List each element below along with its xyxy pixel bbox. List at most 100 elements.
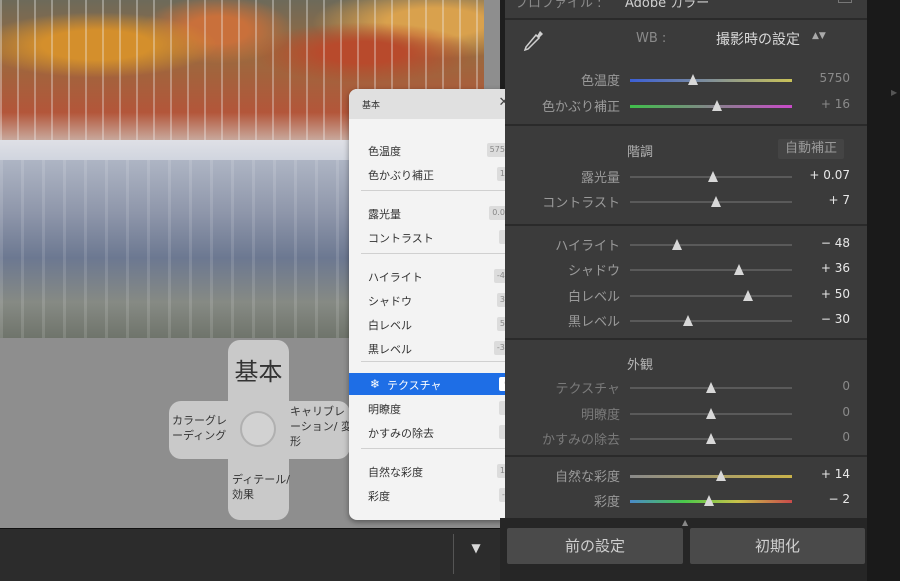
slider-label-temp: 色温度 — [580, 74, 620, 89]
popup-separator — [361, 361, 507, 362]
popup-item-label: かすみの除去 — [368, 427, 434, 440]
slider-track-temp[interactable] — [630, 79, 792, 82]
popup-item-dehaze[interactable]: かすみの除去0 — [349, 421, 519, 443]
popup-item-label: 彩度 — [368, 490, 390, 503]
popup-item-label: 白レベル — [368, 319, 412, 332]
popup-item-saturation[interactable]: 彩度-2 — [349, 484, 519, 506]
popup-item-texture[interactable]: ❄テクスチャ0 — [349, 373, 519, 395]
profile-dropdown[interactable]: Adobe カラー — [625, 0, 709, 11]
popup-item-highlights[interactable]: ハイライト -48 — [349, 265, 519, 287]
chevron-down-icon[interactable]: ▼ — [466, 538, 486, 558]
slider-label-saturation: 彩度 — [593, 495, 620, 510]
slider-value-clarity[interactable]: 0 — [795, 405, 850, 419]
slider-thumb-whites[interactable] — [743, 290, 754, 301]
popup-title: 基本 — [362, 101, 381, 111]
popup-item-whites[interactable]: 白レベル50 — [349, 313, 519, 335]
popup-item-label: 黒レベル — [368, 343, 412, 356]
slider-thumb-saturation[interactable] — [704, 495, 715, 506]
radial-menu-calibration-transform[interactable]: キャリブレーション/ 変形 — [290, 405, 352, 450]
slider-value-contrast[interactable]: + 7 — [795, 193, 850, 207]
slider-thumb-exposure[interactable] — [707, 171, 718, 182]
slider-track-whites[interactable] — [630, 295, 792, 297]
radial-menu-detail-effects[interactable]: ディテール/ 効果 — [232, 473, 290, 503]
slider-thumb-temp[interactable] — [688, 74, 699, 85]
slider-track-shadows[interactable] — [630, 269, 792, 271]
previous-settings-button[interactable]: 前の設定 — [507, 528, 683, 564]
slider-track-vibrance[interactable] — [630, 475, 792, 478]
popup-item-label: 自然な彩度 — [368, 466, 423, 479]
slider-thumb-vibrance[interactable] — [715, 470, 726, 481]
slider-track-tint[interactable] — [630, 105, 792, 108]
slider-track-blacks[interactable] — [630, 320, 792, 322]
slider-label-whites: 白レベル — [567, 290, 620, 305]
slider-thumb-tint[interactable] — [712, 100, 723, 111]
popup-item-vibrance[interactable]: 自然な彩度14 — [349, 460, 519, 482]
slider-thumb-blacks[interactable] — [683, 315, 694, 326]
slider-label-texture: テクスチャ — [555, 382, 620, 397]
slider-value-texture[interactable]: 0 — [795, 379, 850, 393]
popup-header: 基本 ✕ — [349, 89, 519, 119]
panel-separator — [505, 338, 867, 340]
slider-value-tint[interactable]: + 16 — [795, 97, 850, 111]
slider-label-highlights: ハイライト — [555, 239, 620, 254]
slider-label-blacks: 黒レベル — [567, 315, 620, 330]
slider-thumb-texture[interactable] — [706, 382, 716, 393]
scroll-indicator-icon: ▲ — [682, 518, 689, 527]
popup-item-contrast[interactable]: コントラスト7 — [349, 226, 519, 248]
profile-label: プロファイル : — [515, 0, 602, 11]
popup-separator — [361, 448, 507, 449]
slider-value-dehaze[interactable]: 0 — [795, 430, 850, 444]
popup-item-exposure[interactable]: 露光量 0.07 — [349, 202, 519, 224]
eyedropper-icon[interactable] — [520, 28, 546, 54]
slider-value-exposure[interactable]: + 0.07 — [795, 168, 850, 182]
radial-menu-center-knob[interactable] — [240, 411, 276, 447]
panel-separator — [505, 124, 867, 126]
slider-value-highlights[interactable]: − 48 — [795, 236, 850, 250]
updown-arrows-icon[interactable]: ▲▼ — [812, 31, 826, 41]
slider-thumb-contrast[interactable] — [710, 196, 721, 207]
popup-separator — [361, 190, 507, 191]
slider-label-tint: 色かぶり補正 — [541, 100, 620, 115]
popup-item-label: テクスチャ — [387, 379, 442, 392]
slider-thumb-shadows[interactable] — [733, 264, 744, 275]
panel-separator — [505, 18, 867, 20]
slider-thumb-highlights[interactable] — [671, 239, 682, 250]
slider-label-vibrance: 自然な彩度 — [554, 470, 620, 485]
popup-item-temp[interactable]: 色温度 5750 — [349, 139, 519, 161]
slider-label-clarity: 明瞭度 — [580, 408, 620, 423]
radial-menu-color-grading[interactable]: カラーグレーディング — [172, 414, 236, 444]
auto-button[interactable]: 自動補正 — [778, 139, 844, 159]
snowflake-icon: ❄ — [369, 377, 381, 391]
slider-value-blacks[interactable]: − 30 — [795, 312, 850, 326]
slider-thumb-clarity[interactable] — [706, 408, 716, 419]
slider-value-temp[interactable]: 5750 — [795, 71, 850, 85]
popup-item-label: 色かぶり補正 — [368, 169, 434, 182]
radial-menu-basic[interactable]: 基本 — [228, 356, 289, 388]
popup-item-blacks[interactable]: 黒レベル -30 — [349, 337, 519, 359]
wb-dropdown[interactable]: 撮影時の設定 — [716, 29, 800, 49]
slider-thumb-dehaze[interactable] — [706, 433, 716, 444]
collapse-right-icon[interactable]: ▶ — [891, 88, 897, 97]
popup-item-label: 色温度 — [368, 145, 401, 158]
panel-separator — [505, 455, 867, 457]
slider-value-whites[interactable]: + 50 — [795, 287, 850, 301]
popup-item-tint[interactable]: 色かぶり補正16 — [349, 163, 519, 185]
popup-separator — [361, 253, 507, 254]
popup-item-label: コントラスト — [368, 232, 434, 245]
slider-label-exposure: 露光量 — [580, 171, 620, 186]
popup-item-shadows[interactable]: シャドウ36 — [349, 289, 519, 311]
slider-value-saturation[interactable]: − 2 — [795, 492, 850, 506]
slider-label-shadows: シャドウ — [567, 264, 620, 279]
section-tone: 階調 — [627, 145, 654, 160]
popup-item-clarity[interactable]: 明瞭度0 — [349, 397, 519, 419]
reset-button[interactable]: 初期化 — [690, 528, 865, 564]
section-presence: 外観 — [627, 358, 654, 373]
profile-browser-icon[interactable] — [838, 0, 852, 3]
slider-track-highlights[interactable] — [630, 244, 792, 246]
popup-item-label: 露光量 — [368, 208, 401, 221]
slider-value-vibrance[interactable]: + 14 — [795, 467, 850, 481]
panel-separator — [505, 224, 867, 226]
slider-value-shadows[interactable]: + 36 — [795, 261, 850, 275]
basic-popup-panel: 基本 ✕ 色温度5750色かぶり補正16 露光量0.07コントラスト7 ハイライト-… — [349, 89, 519, 520]
popup-item-label: ハイライト — [368, 271, 423, 284]
